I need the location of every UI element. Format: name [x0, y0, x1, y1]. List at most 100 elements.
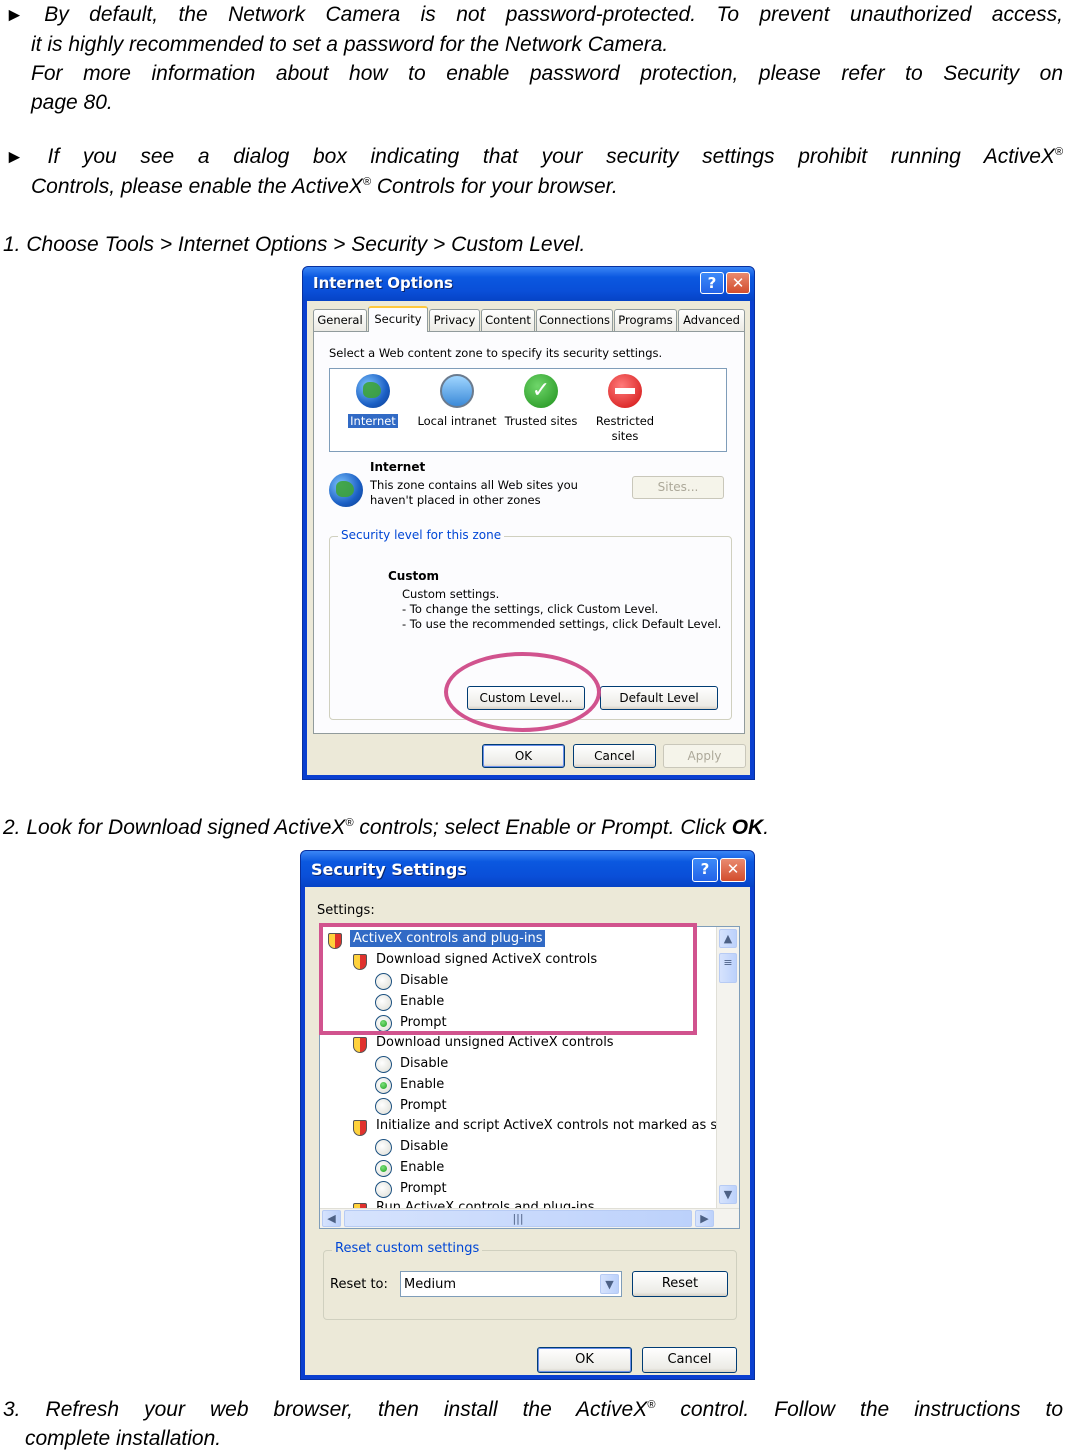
bullet-1: ► By default, the Network Camera is not … — [5, 0, 1063, 117]
radio-unsigned-disable[interactable] — [375, 1056, 392, 1073]
bullet-2-line-2: Controls, please enable the ActiveX® Con… — [5, 172, 1063, 201]
bullet-1-line-4: page 80. — [31, 91, 113, 114]
step-3-line-2: complete installation. — [25, 1427, 222, 1450]
custom-level-highlight — [444, 652, 601, 732]
security-level-group-title: Security level for this zone — [338, 528, 505, 542]
radio-init-prompt-label: Prompt — [400, 1181, 447, 1196]
radio-init-enable-label: Enable — [400, 1160, 445, 1175]
zone-prompt: Select a Web content zone to specify its… — [329, 346, 663, 360]
step-2-text: 2. Look for Download signed ActiveX® con… — [3, 813, 769, 842]
security-settings-titlebar: Security Settings ? ✕ — [301, 851, 754, 887]
registered-mark: ® — [362, 176, 372, 188]
settings-label: Settings: — [317, 903, 375, 918]
bullet-2-text-1: If you see a dialog box indicating that … — [47, 145, 1055, 168]
scroll-down-button[interactable]: ▼ — [719, 1185, 737, 1204]
help-button[interactable]: ? — [700, 272, 724, 294]
shield-icon — [353, 1120, 367, 1136]
level-line-3: - To use the recommended settings, click… — [402, 617, 722, 631]
radio-unsigned-prompt-label: Prompt — [400, 1098, 447, 1113]
step-3: 3. Refresh your web browser, then instal… — [3, 1395, 1063, 1453]
ok-button[interactable]: OK — [482, 744, 565, 768]
reset-button[interactable]: Reset — [632, 1271, 728, 1297]
radio-unsigned-prompt[interactable] — [375, 1098, 392, 1115]
radio-init-disable-label: Disable — [400, 1139, 449, 1154]
tab-privacy[interactable]: Privacy — [429, 309, 480, 331]
step-2-ok: OK — [731, 816, 764, 839]
scroll-up-button[interactable]: ▲ — [719, 929, 737, 948]
zone-local-intranet[interactable]: Local intranet — [412, 374, 502, 429]
security-settings-dialog: Security Settings ? ✕ Settings: ActiveX … — [300, 850, 755, 1380]
zone-restricted-sites[interactable]: Restricted sites — [580, 374, 670, 444]
step-2-text-a: 2. Look for Download signed ActiveX — [3, 816, 346, 839]
zone-list: Internet Local intranet ✓ Trusted sites … — [329, 368, 727, 452]
setting-init-script: Initialize and script ActiveX controls n… — [376, 1118, 716, 1133]
tab-programs[interactable]: Programs — [614, 309, 677, 331]
sites-button[interactable]: Sites... — [632, 476, 724, 499]
radio-init-enable[interactable] — [375, 1160, 392, 1177]
tab-advanced[interactable]: Advanced — [678, 309, 745, 331]
zone-local-intranet-label: Local intranet — [417, 414, 497, 428]
close-button[interactable]: ✕ — [720, 858, 746, 882]
zone-trusted-sites[interactable]: ✓ Trusted sites — [496, 374, 586, 429]
tab-connections[interactable]: Connections — [536, 309, 613, 331]
cancel-button[interactable]: Cancel — [573, 744, 656, 768]
zone-trusted-label: Trusted sites — [504, 414, 578, 428]
bullet-2: ► If you see a dialog box indicating tha… — [5, 142, 1063, 201]
radio-init-prompt[interactable] — [375, 1181, 392, 1198]
zone-internet[interactable]: Internet — [328, 374, 418, 429]
internet-options-title: Internet Options — [313, 274, 453, 292]
setting-download-unsigned: Download unsigned ActiveX controls — [376, 1035, 614, 1050]
cancel-button[interactable]: Cancel — [642, 1347, 737, 1373]
reset-to-label: Reset to: — [330, 1277, 388, 1292]
bullet-1-line-2: it is highly recommended to set a passwo… — [31, 33, 669, 56]
scroll-right-button[interactable]: ▶ — [695, 1210, 714, 1227]
close-button[interactable]: ✕ — [726, 272, 750, 294]
security-tab-panel: Select a Web content zone to specify its… — [313, 331, 745, 734]
internet-options-dialog: Internet Options ? ✕ General Security Pr… — [302, 266, 755, 780]
signed-activex-highlight — [319, 923, 697, 1035]
globe-icon — [356, 374, 390, 408]
bullet-2-line-1: ► If you see a dialog box indicating tha… — [5, 142, 1063, 172]
bullet-2-text-2b: Controls for your browser. — [371, 175, 618, 198]
radio-unsigned-disable-label: Disable — [400, 1056, 449, 1071]
zone-description-2: haven't placed in other zones — [370, 493, 541, 507]
checkmark-icon: ✓ — [524, 374, 558, 408]
registered-mark: ® — [1054, 146, 1063, 158]
internet-options-titlebar: Internet Options ? ✕ — [303, 267, 754, 301]
step-2-end: . — [763, 816, 770, 839]
no-entry-icon — [608, 374, 642, 408]
zone-restricted-label: Restricted sites — [595, 414, 655, 443]
radio-init-disable[interactable] — [375, 1139, 392, 1156]
apply-button[interactable]: Apply — [663, 744, 746, 768]
default-level-button[interactable]: Default Level — [600, 686, 718, 710]
step-3-line-1: 3. Refresh your web browser, then instal… — [3, 1395, 1063, 1424]
bullet-2-text-2a: Controls, please enable the ActiveX — [31, 175, 363, 198]
chevron-down-icon[interactable]: ▼ — [600, 1274, 619, 1294]
tab-strip: General Security Privacy Content Connect… — [313, 306, 749, 333]
bullet-1-text-1: By default, the Network Camera is not pa… — [44, 3, 1063, 26]
scroll-thumb[interactable]: ≡ — [719, 953, 737, 983]
registered-mark: ® — [345, 817, 354, 829]
vertical-scrollbar[interactable]: ▲ ≡ ▼ — [716, 927, 739, 1208]
reset-custom-settings-group: Reset custom settings Reset to: Medium ▼… — [323, 1241, 737, 1320]
tab-content[interactable]: Content — [481, 309, 535, 331]
horizontal-scrollbar[interactable]: ◀ ||| ▶ — [320, 1208, 739, 1228]
reset-level-dropdown[interactable]: Medium ▼ — [400, 1271, 622, 1297]
step-3-text-b: control. Follow the instructions to — [655, 1398, 1063, 1421]
internet-options-client: General Security Privacy Content Connect… — [307, 301, 750, 775]
reset-group-title: Reset custom settings — [332, 1241, 483, 1256]
bullet-icon: ► — [5, 147, 24, 168]
ok-button[interactable]: OK — [537, 1347, 632, 1373]
radio-unsigned-enable[interactable] — [375, 1077, 392, 1094]
scroll-left-button[interactable]: ◀ — [322, 1210, 341, 1227]
level-name: Custom — [388, 569, 439, 583]
reset-level-value: Medium — [404, 1277, 456, 1292]
tab-security[interactable]: Security — [368, 306, 428, 332]
radio-unsigned-enable-label: Enable — [400, 1077, 445, 1092]
bullet-icon: ► — [5, 5, 24, 26]
help-button[interactable]: ? — [692, 858, 718, 882]
step-2-text-b: controls; select Enable or Prompt. Click — [353, 816, 732, 839]
horizontal-scroll-thumb[interactable]: ||| — [344, 1210, 692, 1227]
tab-general[interactable]: General — [313, 309, 367, 331]
bullet-1-line-1: ► By default, the Network Camera is not … — [5, 0, 1063, 30]
